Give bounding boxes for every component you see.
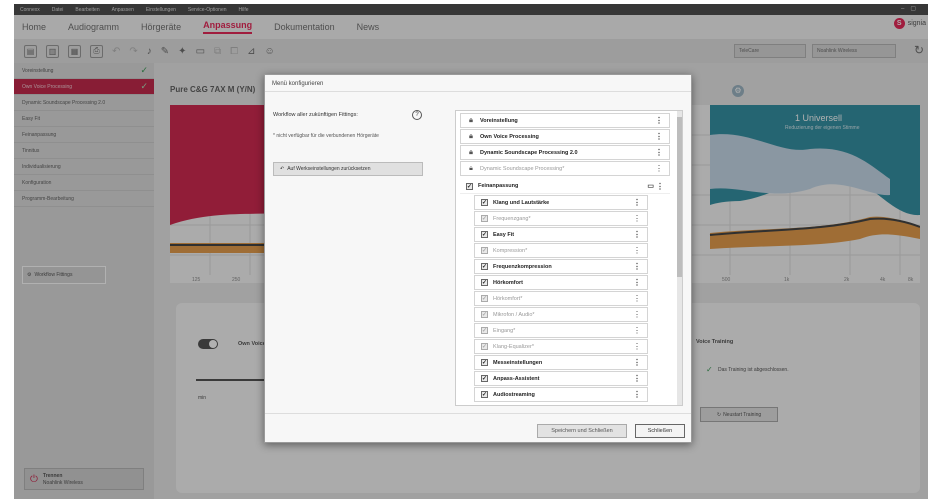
more-icon[interactable]: ⋮ — [633, 198, 641, 207]
reset-icon: ↶ — [280, 166, 285, 172]
checkbox[interactable]: ✓ — [481, 311, 488, 318]
checkbox[interactable]: ✓ — [481, 263, 488, 270]
list-item-label: Hörkomfort — [493, 279, 523, 286]
list-item[interactable]: ✓ Mikrofon / Audio* ⋮ — [474, 307, 648, 322]
lock-icon: 🔒︎ — [469, 148, 473, 156]
list-item[interactable]: ✓ Klang-Equalizer* ⋮ — [474, 339, 648, 354]
list-item-label: Eingang* — [493, 327, 516, 334]
availability-note: * nicht verfügbar für die verbundenen Hö… — [273, 133, 379, 139]
list-item-label: Hörkomfort* — [493, 295, 523, 302]
close-button[interactable]: Schließen — [635, 424, 685, 438]
list-item[interactable]: ✓ Easy Fit ⋮ — [474, 227, 648, 242]
list-item-label: Frequenzkompression — [493, 263, 552, 270]
list-item-label: Kompression* — [493, 247, 528, 254]
more-icon[interactable]: ⋮ — [656, 182, 664, 191]
list-item[interactable]: ✓ Audiostreaming ⋮ — [474, 387, 648, 402]
list-item-label: Feinanpassung — [478, 183, 519, 189]
list-item[interactable]: ✓ Kompression* ⋮ — [474, 243, 648, 258]
list-item-label: Easy Fit — [493, 231, 515, 238]
reset-defaults-button[interactable]: ↶ Auf Werkseinstellungen zurücksetzen — [273, 162, 423, 176]
checkbox[interactable]: ✓ — [481, 215, 488, 222]
list-item[interactable]: ✓ Anpass-Assistent ⋮ — [474, 371, 648, 386]
divider — [265, 413, 691, 414]
divider — [265, 91, 691, 92]
more-icon[interactable]: ⋮ — [633, 390, 641, 399]
list-item-label: Klang-Equalizer* — [493, 343, 534, 350]
list-item[interactable]: ✓ Frequenzkompression ⋮ — [474, 259, 648, 274]
more-icon[interactable]: ⋮ — [655, 116, 663, 125]
more-icon[interactable]: ⋮ — [655, 148, 663, 157]
list-scrollbar[interactable] — [677, 111, 682, 405]
more-icon[interactable]: ⋮ — [633, 262, 641, 271]
lock-icon: 🔒︎ — [469, 164, 473, 172]
more-icon[interactable]: ⋮ — [633, 246, 641, 255]
more-icon[interactable]: ⋮ — [633, 310, 641, 319]
list-item[interactable]: ✓ Frequenzgang* ⋮ — [474, 211, 648, 226]
more-icon[interactable]: ⋮ — [633, 358, 641, 367]
more-icon[interactable]: ⋮ — [633, 214, 641, 223]
workflow-label: Workflow aller zukünftigen Fittings: — [273, 112, 358, 118]
list-item[interactable]: ✓ Klang und Lautstärke ⋮ — [474, 195, 648, 210]
checkbox[interactable]: ✓ — [481, 231, 488, 238]
dialog-title: Menü konfigurieren — [272, 81, 324, 87]
lock-icon: 🔒︎ — [469, 132, 473, 140]
menu-config-dialog: Menü konfigurieren Workflow aller zukünf… — [264, 74, 692, 443]
list-item-label: Klang und Lautstärke — [493, 199, 550, 206]
checkbox[interactable]: ✓ — [481, 199, 488, 206]
list-item-locked[interactable]: 🔒︎ Dynamic Soundscape Processing 2.0 ⋮ — [460, 145, 670, 160]
list-group-feinanpassung[interactable]: ✓ Feinanpassung ▭ ⋮ — [460, 179, 670, 194]
reset-defaults-label: Auf Werkseinstellungen zurücksetzen — [287, 166, 371, 172]
list-item[interactable]: ✓ Eingang* ⋮ — [474, 323, 648, 338]
list-item-label: Own Voice Processing — [480, 133, 539, 140]
more-icon[interactable]: ⋮ — [655, 164, 663, 173]
checkbox[interactable]: ✓ — [481, 247, 488, 254]
list-item-locked[interactable]: 🔒︎ Dynamic Soundscape Processing* ⋮ — [460, 161, 670, 176]
list-item-label: Anpass-Assistent — [493, 375, 540, 382]
checkbox[interactable]: ✓ — [481, 279, 488, 286]
folder-icon[interactable]: ▭ — [647, 182, 654, 190]
checkbox[interactable]: ✓ — [481, 327, 488, 334]
list-item-label: Messeinstellungen — [493, 359, 543, 366]
list-item-label: Mikrofon / Audio* — [493, 311, 535, 318]
list-item[interactable]: ✓ Hörkomfort ⋮ — [474, 275, 648, 290]
list-item-locked[interactable]: 🔒︎ Voreinstellung ⋮ — [460, 113, 670, 128]
list-item-label: Audiostreaming — [493, 391, 535, 398]
checkbox[interactable]: ✓ — [466, 182, 473, 190]
application-window: Connexx Datei Bearbeiten Anpassen Einste… — [14, 4, 928, 499]
checkbox[interactable]: ✓ — [481, 375, 488, 382]
list-item-label: Voreinstellung — [480, 117, 518, 124]
checkbox[interactable]: ✓ — [481, 359, 488, 366]
scrollbar-thumb[interactable] — [677, 117, 682, 277]
list-item[interactable]: ✓ Messeinstellungen ⋮ — [474, 355, 648, 370]
more-icon[interactable]: ⋮ — [633, 374, 641, 383]
help-icon[interactable]: ? — [412, 110, 422, 120]
more-icon[interactable]: ⋮ — [633, 342, 641, 351]
more-icon[interactable]: ⋮ — [633, 278, 641, 287]
list-item-label: Dynamic Soundscape Processing* — [480, 165, 565, 172]
checkbox[interactable]: ✓ — [481, 295, 488, 302]
lock-icon: 🔒︎ — [469, 116, 473, 124]
save-and-close-button[interactable]: Speichern und Schließen — [537, 424, 627, 438]
list-item-label: Dynamic Soundscape Processing 2.0 — [480, 149, 578, 156]
more-icon[interactable]: ⋮ — [633, 326, 641, 335]
more-icon[interactable]: ⋮ — [633, 230, 641, 239]
list-item[interactable]: ✓ Hörkomfort* ⋮ — [474, 291, 648, 306]
more-icon[interactable]: ⋮ — [633, 294, 641, 303]
list-item-locked[interactable]: 🔒︎ Own Voice Processing ⋮ — [460, 129, 670, 144]
checkbox[interactable]: ✓ — [481, 343, 488, 350]
checkbox[interactable]: ✓ — [481, 391, 488, 398]
more-icon[interactable]: ⋮ — [655, 132, 663, 141]
workflow-list: 🔒︎ Voreinstellung ⋮ 🔒︎ Own Voice Process… — [455, 110, 683, 406]
list-item-label: Frequenzgang* — [493, 215, 531, 222]
